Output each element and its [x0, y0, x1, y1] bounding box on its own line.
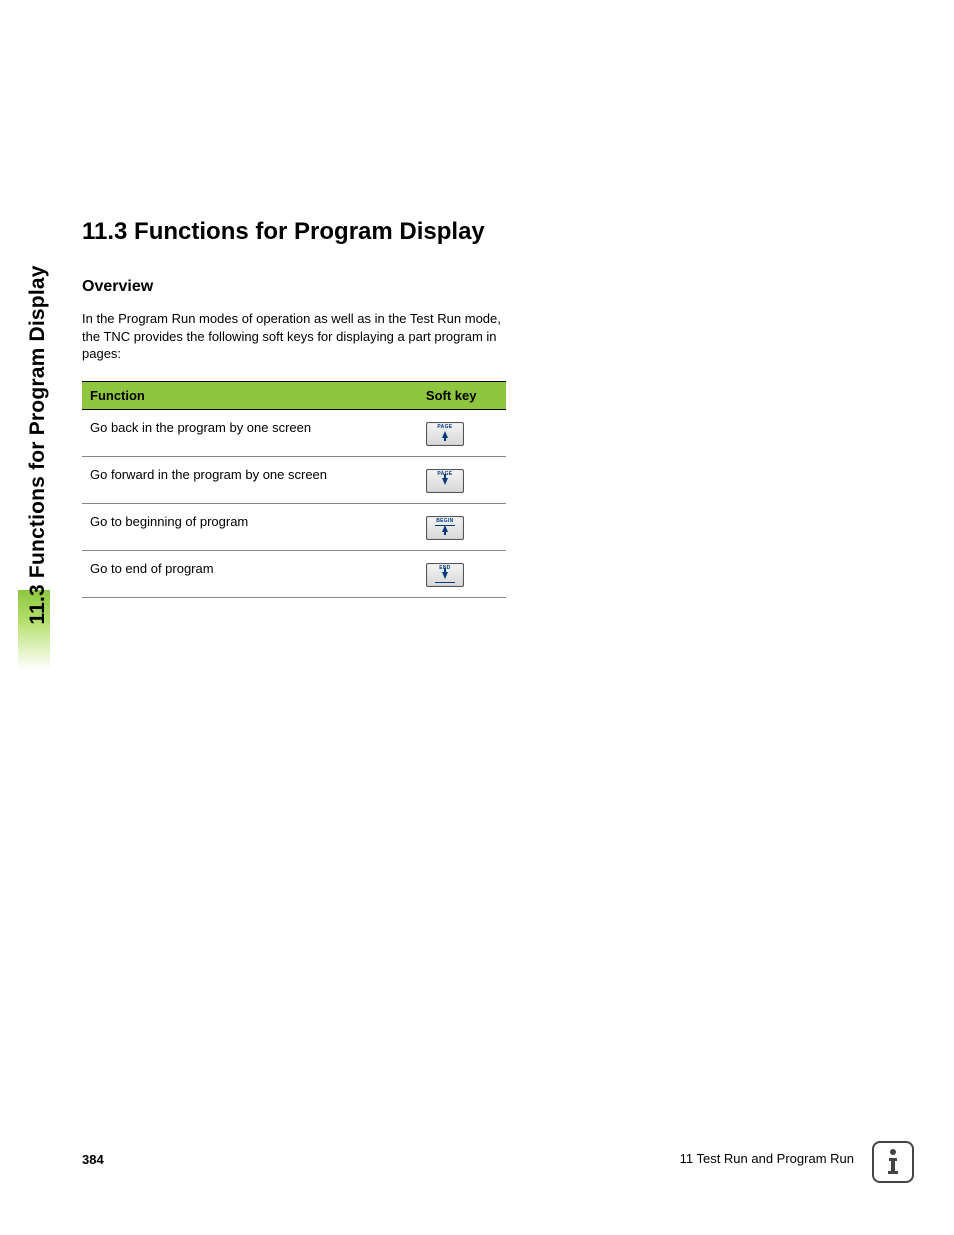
chapter-title: 11 Test Run and Program Run [680, 1151, 854, 1166]
arrow-up-icon [442, 525, 448, 532]
softkey-label: BEGIN [427, 519, 463, 524]
page-content: 11.3 Functions for Program Display Overv… [82, 218, 522, 598]
softkey-cell: PAGE [422, 456, 506, 503]
info-icon [872, 1141, 914, 1183]
function-cell: Go to end of program [82, 550, 422, 597]
page-footer: 384 11 Test Run and Program Run [82, 1151, 914, 1181]
side-tab-title: 11.3 Functions for Program Display [26, 265, 50, 624]
softkey-label: PAGE [427, 425, 463, 430]
table-row: Go to end of programEND [82, 550, 506, 597]
col-function: Function [82, 381, 422, 409]
softkey-cell: PAGE [422, 409, 506, 456]
side-tab: 11.3 Functions for Program Display [18, 220, 58, 670]
arrow-down-icon [442, 572, 448, 579]
softkey-icon: PAGE [426, 422, 464, 446]
arrow-down-icon [442, 478, 448, 485]
table-row: Go to beginning of program BEGIN [82, 503, 506, 550]
softkey-line [435, 582, 455, 583]
softkey-cell: END [422, 550, 506, 597]
function-cell: Go back in the program by one screen [82, 409, 422, 456]
function-cell: Go to beginning of program [82, 503, 422, 550]
body-paragraph: In the Program Run modes of operation as… [82, 310, 522, 363]
softkey-cell: BEGIN [422, 503, 506, 550]
softkey-icon: BEGIN [426, 516, 464, 540]
functions-table: Function Soft key Go back in the program… [82, 381, 506, 598]
arrow-up-icon [442, 431, 448, 438]
table-row: Go forward in the program by one screenP… [82, 456, 506, 503]
softkey-icon: PAGE [426, 469, 464, 493]
table-row: Go back in the program by one screen PAGE [82, 409, 506, 456]
subsection-heading: Overview [82, 278, 522, 296]
section-heading: 11.3 Functions for Program Display [82, 218, 522, 246]
page-number: 384 [82, 1152, 104, 1167]
softkey-icon: END [426, 563, 464, 587]
function-cell: Go forward in the program by one screen [82, 456, 422, 503]
col-softkey: Soft key [422, 381, 506, 409]
